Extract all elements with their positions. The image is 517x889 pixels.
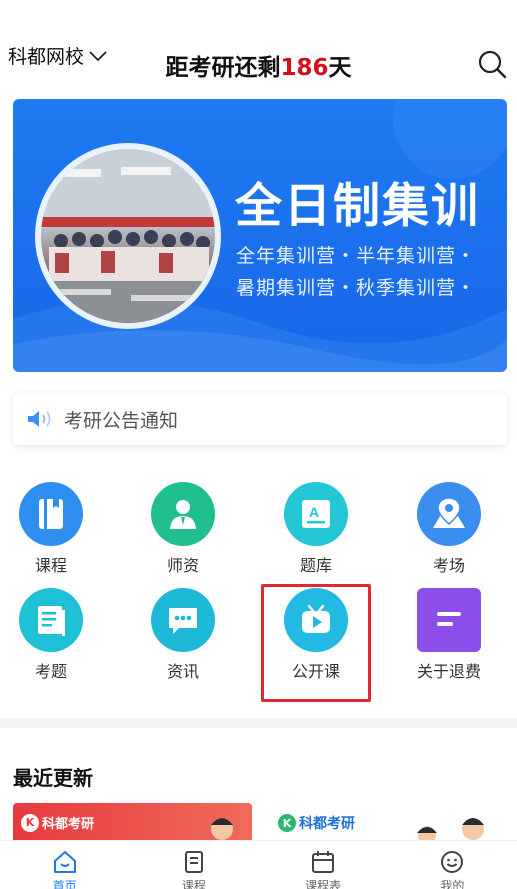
card-brand-text: 科都考研 (42, 817, 95, 832)
banner-headline: 全日制集训 (235, 179, 480, 234)
tab-label: 首页 (52, 879, 77, 889)
banner-subline-1: 全年集训营・半年集训营・ (236, 245, 477, 267)
brand-logo-icon: K (21, 813, 39, 832)
brand-logo-icon: K (278, 814, 296, 832)
grid-label: 题库 (299, 556, 332, 575)
card-portrait (211, 818, 233, 840)
grid-item-refund[interactable]: 关于退费 (399, 588, 499, 682)
card-portrait (417, 818, 484, 843)
countdown-prefix: 距考研还剩 (165, 55, 281, 81)
teacher-icon (151, 482, 215, 546)
notice-bar[interactable]: 考研公告通知 (13, 393, 507, 445)
speaker-icon (28, 411, 51, 427)
countdown-days: 186 (280, 55, 329, 81)
tab-schedule[interactable]: 课程表 (259, 841, 388, 889)
tab-course[interactable]: 课程 (129, 841, 258, 889)
grid-label: 课程 (34, 556, 67, 575)
exam-paper-icon (19, 588, 83, 652)
document-lines-icon (417, 588, 481, 652)
svg-text:A: A (309, 504, 319, 520)
recent-card-2[interactable]: K 科都考研 (270, 803, 507, 843)
grid-label: 考题 (34, 662, 67, 681)
tab-label: 课程表 (305, 879, 342, 889)
grid-item-teachers[interactable]: 师资 (133, 482, 233, 576)
bottom-tab-bar: 首页 课程 课程表 我的 (0, 840, 517, 889)
book-icon (19, 482, 83, 546)
question-bank-icon: A (284, 482, 348, 546)
grid-item-question-bank[interactable]: A 题库 (266, 482, 366, 576)
training-class-photo (35, 143, 221, 329)
map-pin-icon (417, 482, 481, 546)
card-brand-text: 科都考研 (299, 816, 355, 832)
section-divider (0, 718, 517, 728)
course-book-icon (184, 851, 203, 873)
grid-item-course[interactable]: 课程 (1, 482, 101, 576)
grid-label: 关于退费 (416, 662, 481, 681)
recent-updates-title: 最近更新 (13, 766, 93, 790)
banner-subline-2: 暑期集训营・秋季集训营・ (236, 277, 477, 299)
home-icon (53, 851, 76, 873)
countdown-title: 距考研还剩186天 (0, 48, 517, 82)
tab-mine[interactable]: 我的 (388, 841, 517, 889)
top-header: 科都网校 距考研还剩186天 (0, 0, 517, 98)
grid-label: 师资 (166, 556, 199, 575)
grid-label: 考场 (432, 556, 465, 575)
tab-label: 我的 (440, 879, 465, 889)
grid-item-exam-questions[interactable]: 考题 (1, 588, 101, 682)
tab-home[interactable]: 首页 (0, 841, 129, 889)
promo-banner[interactable]: 全日制集训 全年集训营・半年集训营・ 暑期集训营・秋季集训营・ (13, 99, 507, 372)
grid-item-exam-venue[interactable]: 考场 (399, 482, 499, 576)
countdown-suffix: 天 (328, 55, 352, 81)
calendar-icon (312, 851, 335, 873)
search-icon[interactable] (477, 49, 507, 79)
highlight-box (261, 584, 371, 702)
chat-icon (151, 588, 215, 652)
recent-card-1[interactable]: K 科都考研 (13, 803, 252, 843)
grid-label: 资讯 (166, 662, 199, 681)
grid-item-news[interactable]: 资讯 (133, 588, 233, 682)
notice-text: 考研公告通知 (64, 409, 179, 432)
card-brand: K 科都考研 (21, 813, 94, 832)
tab-label: 课程 (181, 879, 206, 889)
smile-face-icon (441, 851, 464, 873)
card-brand: K 科都考研 (278, 813, 355, 833)
